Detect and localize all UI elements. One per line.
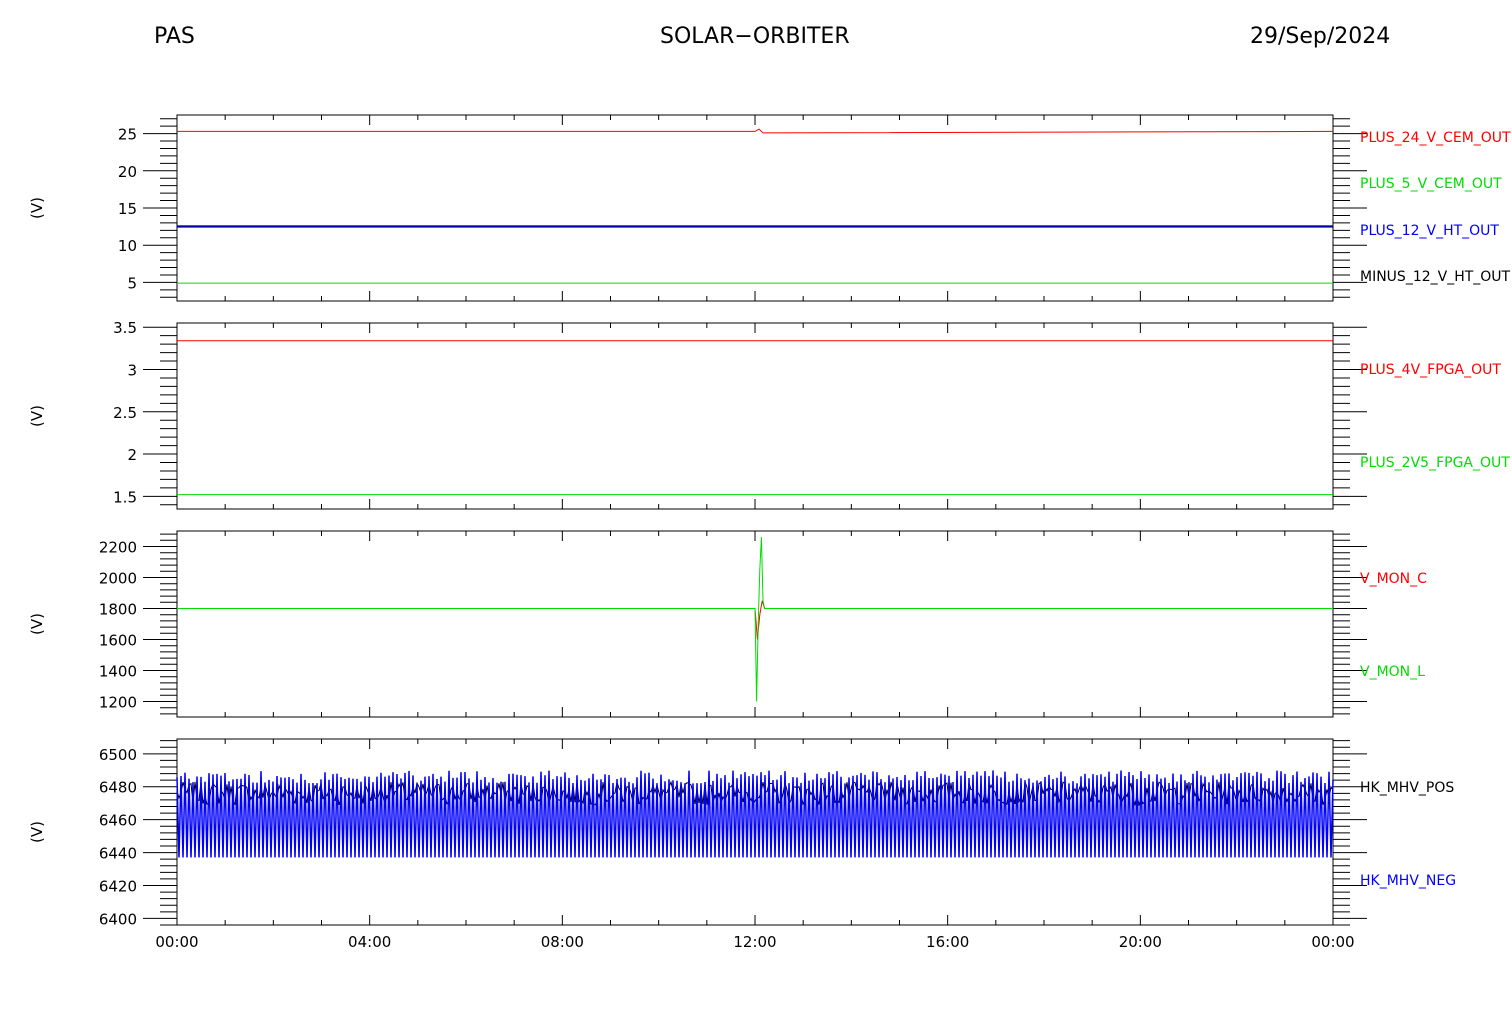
y-tick-label: 15 <box>118 200 137 218</box>
y-tick-label: 6460 <box>99 812 137 830</box>
x-tick-label: 00:00 <box>155 933 198 951</box>
y-tick-label: 6480 <box>99 779 137 797</box>
y-tick-label: 1.5 <box>113 488 137 506</box>
x-tick-label: 20:00 <box>1119 933 1162 951</box>
panel-2-frame <box>176 322 1334 510</box>
x-tick-label: 04:00 <box>348 933 391 951</box>
y-tick-label: 2200 <box>99 539 137 557</box>
series-v-mon-l-legend-label: V_MON_L <box>1360 664 1425 680</box>
series-v-mon-l-line <box>177 537 1333 702</box>
y-axis-label: (V) <box>28 821 46 843</box>
y-tick-label: 1400 <box>99 663 137 681</box>
y-tick-label: 6420 <box>99 877 137 895</box>
series-minus-12-v-ht-out-legend-label: MINUS_12_V_HT_OUT <box>1360 269 1511 285</box>
series-plus-24-v-cem-out-line <box>177 128 1334 134</box>
y-tick-label: 6500 <box>99 746 137 764</box>
y-axis-label: (V) <box>28 197 46 219</box>
y-axis-label: (V) <box>28 613 46 635</box>
y-tick-label: 3.5 <box>113 319 137 337</box>
y-tick-label: 1600 <box>99 632 137 650</box>
series-hk-mhv-neg-line <box>176 770 1334 858</box>
x-tick-label: 12:00 <box>733 933 776 951</box>
series-v-mon-c-legend-label: V_MON_C <box>1360 571 1427 587</box>
series-hk-mhv-pos-legend-label: HK_MHV_POS <box>1360 780 1454 796</box>
panel-1-frame <box>176 114 1334 302</box>
y-tick-label: 2.5 <box>113 404 137 422</box>
x-tick-label: 16:00 <box>926 933 969 951</box>
series-plus-5-v-cem-out-legend-label: PLUS_5_V_CEM_OUT <box>1360 176 1502 192</box>
y-tick-label: 6400 <box>99 910 137 928</box>
y-tick-label: 6440 <box>99 845 137 863</box>
y-tick-label: 10 <box>118 237 137 255</box>
y-tick-label: 1800 <box>99 601 137 619</box>
series-hk-mhv-pos-line <box>176 780 1334 807</box>
y-axis-label: (V) <box>28 405 46 427</box>
series-plus-24-v-cem-out-legend-label: PLUS_24_V_CEM_OUT <box>1360 130 1511 146</box>
housekeeping-chart: 5 10 15 20 25 (V) PLUS_24_V_CEM_OUT PLUS_5_V_CE… <box>28 114 1511 951</box>
y-tick-label: 5 <box>127 274 137 292</box>
y-tick-label: 1200 <box>99 694 137 712</box>
series-plus-12-v-ht-out-legend-label: PLUS_12_V_HT_OUT <box>1360 223 1499 239</box>
y-tick-label: 20 <box>118 163 137 181</box>
x-tick-label: 08:00 <box>541 933 584 951</box>
y-tick-label: 25 <box>118 126 137 144</box>
series-plus-2v5-fpga-out-legend-label: PLUS_2V5_FPGA_OUT <box>1360 455 1510 471</box>
y-tick-label: 2 <box>127 446 137 464</box>
series-plus-4v-fpga-out-legend-label: PLUS_4V_FPGA_OUT <box>1360 362 1501 378</box>
series-hk-mhv-neg-legend-label: HK_MHV_NEG <box>1360 873 1456 889</box>
x-tick-label: 00:00 <box>1311 933 1354 951</box>
y-tick-label: 2000 <box>99 570 137 588</box>
y-tick-label: 3 <box>127 362 137 380</box>
